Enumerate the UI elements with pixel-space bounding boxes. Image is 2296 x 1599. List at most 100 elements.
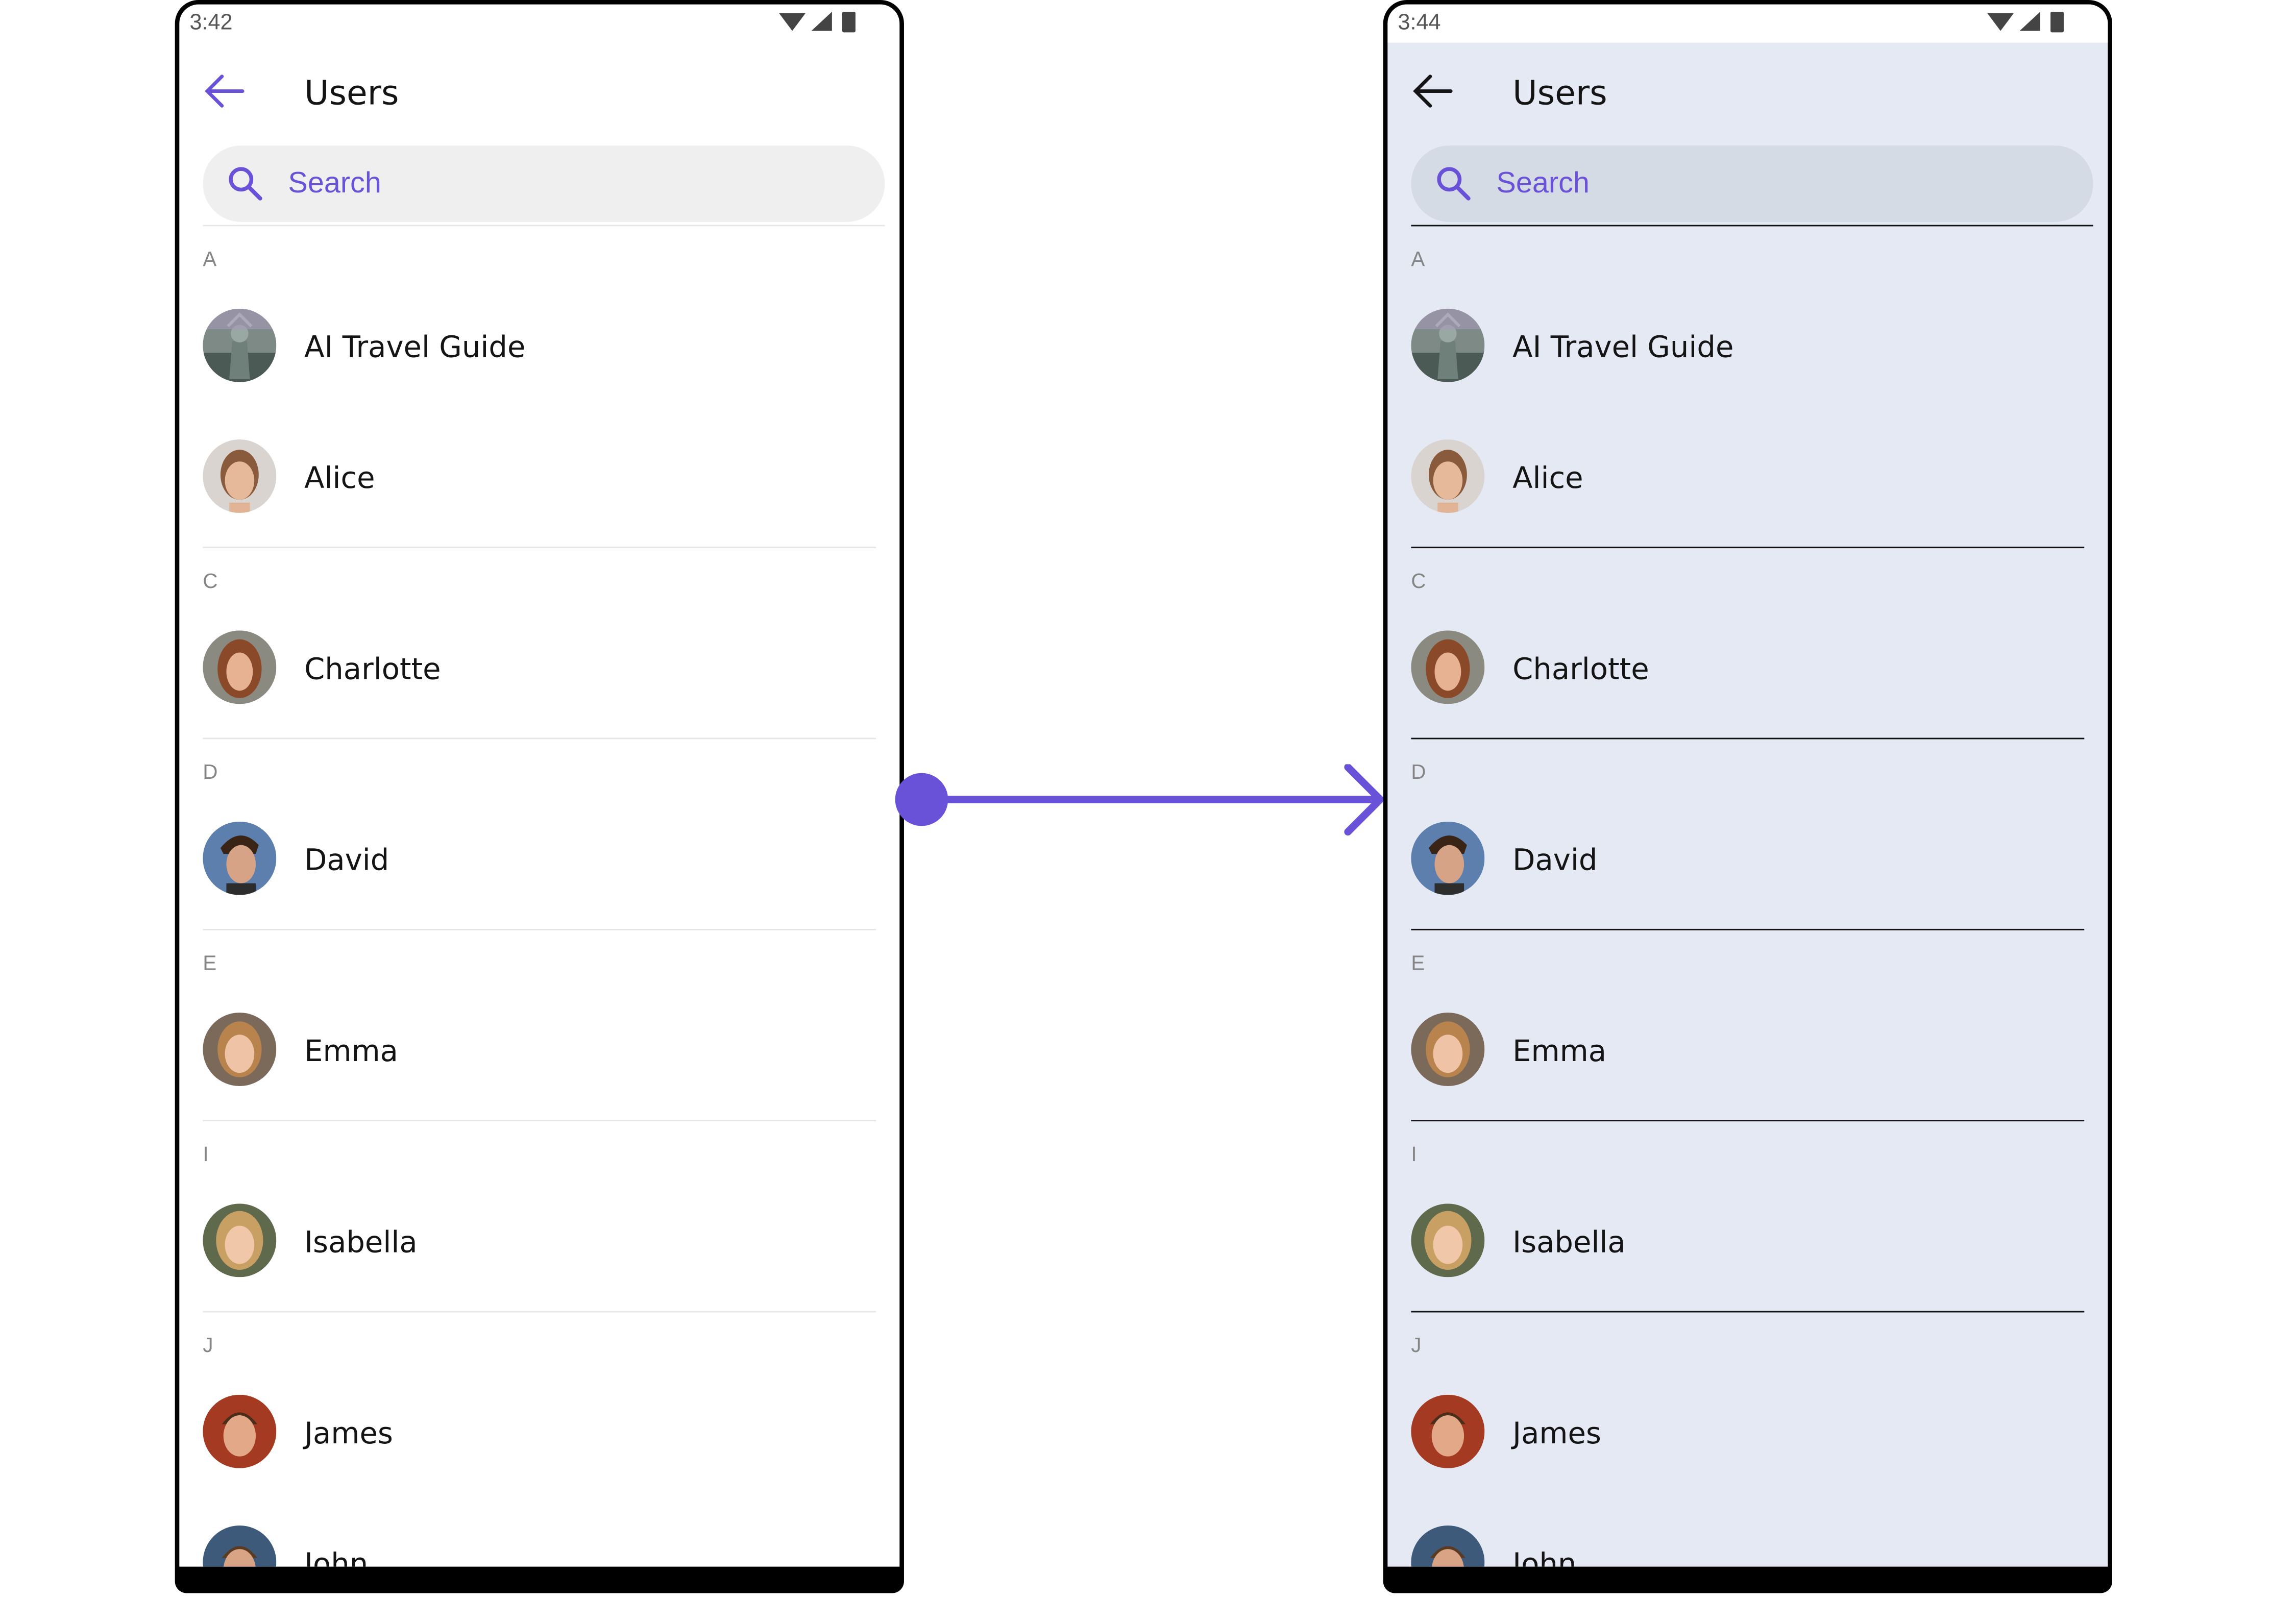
list-item[interactable]: Charlotte bbox=[179, 607, 899, 737]
user-name: Isabella bbox=[304, 1224, 418, 1260]
search-placeholder: Search bbox=[1496, 167, 1590, 200]
list-item[interactable]: Alice bbox=[1387, 416, 2108, 547]
avatar bbox=[1411, 630, 1485, 704]
signal-icon bbox=[2019, 12, 2040, 31]
section-header-i: I bbox=[1387, 1121, 2108, 1180]
section-header-j: J bbox=[1387, 1312, 2108, 1371]
status-time: 3:44 bbox=[1398, 10, 1441, 36]
battery-icon bbox=[842, 12, 856, 33]
section-header-e: E bbox=[1387, 930, 2108, 989]
list-item[interactable]: Emma bbox=[179, 989, 899, 1120]
status-time: 3:42 bbox=[189, 10, 233, 36]
section-header-i: I bbox=[179, 1121, 899, 1180]
section-header-d: D bbox=[1387, 739, 2108, 798]
back-arrow-icon[interactable] bbox=[1411, 72, 1455, 110]
avatar bbox=[203, 1526, 277, 1567]
search-input[interactable]: Search bbox=[203, 145, 885, 222]
user-list[interactable]: A AI Travel Guide Alice C Charlotte D Da… bbox=[179, 226, 899, 1582]
back-arrow-icon[interactable] bbox=[203, 72, 247, 110]
status-icons bbox=[779, 10, 864, 40]
user-name: Isabella bbox=[1512, 1224, 1626, 1260]
search-placeholder: Search bbox=[288, 167, 381, 200]
user-name: Emma bbox=[1512, 1033, 1606, 1069]
comparison-stage: 3:42 Users Search A AI Travel Guide Alic… bbox=[0, 0, 2296, 1599]
status-bar: 3:42 bbox=[179, 5, 899, 43]
user-name: Charlotte bbox=[304, 651, 441, 686]
wifi-icon bbox=[779, 13, 806, 31]
avatar bbox=[1411, 821, 1485, 895]
section-letter: D bbox=[203, 759, 218, 783]
section-header-c: C bbox=[179, 548, 899, 607]
section-letter: C bbox=[1411, 569, 1426, 593]
section-letter: A bbox=[203, 247, 217, 270]
section-header-d: D bbox=[179, 739, 899, 798]
search-icon bbox=[1437, 167, 1471, 201]
user-name: John bbox=[1512, 1546, 1577, 1582]
battery-icon bbox=[2050, 12, 2064, 33]
avatar bbox=[203, 1394, 277, 1468]
avatar bbox=[203, 308, 277, 382]
user-name: Alice bbox=[304, 460, 375, 496]
list-item[interactable]: David bbox=[179, 798, 899, 929]
list-item[interactable]: Isabella bbox=[179, 1180, 899, 1311]
user-list[interactable]: A AI Travel Guide Alice C Charlotte D Da… bbox=[1387, 226, 2108, 1582]
user-name: David bbox=[304, 842, 389, 878]
signal-icon bbox=[811, 12, 832, 31]
list-item[interactable]: James bbox=[1387, 1371, 2108, 1502]
section-letter: D bbox=[1411, 759, 1426, 783]
section-letter: I bbox=[203, 1142, 209, 1166]
wifi-icon bbox=[1987, 13, 2014, 31]
section-letter: E bbox=[203, 951, 217, 975]
section-letter: E bbox=[1411, 951, 1425, 975]
list-item[interactable]: James bbox=[179, 1371, 899, 1502]
home-indicator[interactable] bbox=[475, 1581, 604, 1586]
section-letter: A bbox=[1411, 247, 1425, 270]
avatar bbox=[203, 1203, 277, 1277]
user-name: Emma bbox=[304, 1033, 398, 1069]
user-name: John bbox=[304, 1546, 369, 1582]
user-name: David bbox=[1512, 842, 1598, 878]
avatar bbox=[1411, 1203, 1485, 1277]
avatar bbox=[203, 630, 277, 704]
avatar bbox=[1411, 1394, 1485, 1468]
user-name: AI Travel Guide bbox=[304, 329, 526, 365]
home-indicator[interactable] bbox=[1683, 1581, 1812, 1586]
phone-after: 3:44 Users Search A AI Travel Guide Alic… bbox=[1383, 0, 2112, 1593]
transition-arrow bbox=[895, 764, 1384, 836]
avatar bbox=[203, 1013, 277, 1087]
user-name: James bbox=[304, 1415, 393, 1451]
section-header-a: A bbox=[179, 226, 899, 285]
list-item[interactable]: David bbox=[1387, 798, 2108, 929]
phone-before: 3:42 Users Search A AI Travel Guide Alic… bbox=[175, 0, 904, 1593]
list-item[interactable]: Charlotte bbox=[1387, 607, 2108, 737]
section-letter: J bbox=[203, 1333, 213, 1357]
section-letter: C bbox=[203, 569, 218, 593]
user-name: James bbox=[1512, 1415, 1601, 1451]
user-name: Charlotte bbox=[1512, 651, 1649, 686]
list-item[interactable]: AI Travel Guide bbox=[179, 285, 899, 416]
list-item[interactable]: John bbox=[1387, 1502, 2108, 1582]
section-header-c: C bbox=[1387, 548, 2108, 607]
avatar bbox=[203, 821, 277, 895]
section-header-j: J bbox=[179, 1312, 899, 1371]
avatar bbox=[203, 439, 277, 513]
section-header-a: A bbox=[1387, 226, 2108, 285]
page-title: Users bbox=[304, 75, 399, 113]
list-item[interactable]: Emma bbox=[1387, 989, 2108, 1120]
avatar bbox=[1411, 308, 1485, 382]
search-input[interactable]: Search bbox=[1411, 145, 2093, 222]
list-item[interactable]: Alice bbox=[179, 416, 899, 547]
user-name: AI Travel Guide bbox=[1512, 329, 1734, 365]
avatar bbox=[1411, 1013, 1485, 1087]
section-letter: J bbox=[1411, 1333, 1422, 1357]
avatar bbox=[1411, 439, 1485, 513]
page-title: Users bbox=[1512, 75, 1607, 113]
app-bar: Users bbox=[1387, 43, 2108, 137]
search-icon bbox=[229, 167, 262, 201]
section-letter: I bbox=[1411, 1142, 1417, 1166]
list-item[interactable]: John bbox=[179, 1502, 899, 1582]
list-item[interactable]: AI Travel Guide bbox=[1387, 285, 2108, 416]
app-bar: Users bbox=[179, 43, 899, 137]
list-item[interactable]: Isabella bbox=[1387, 1180, 2108, 1311]
avatar bbox=[1411, 1526, 1485, 1567]
